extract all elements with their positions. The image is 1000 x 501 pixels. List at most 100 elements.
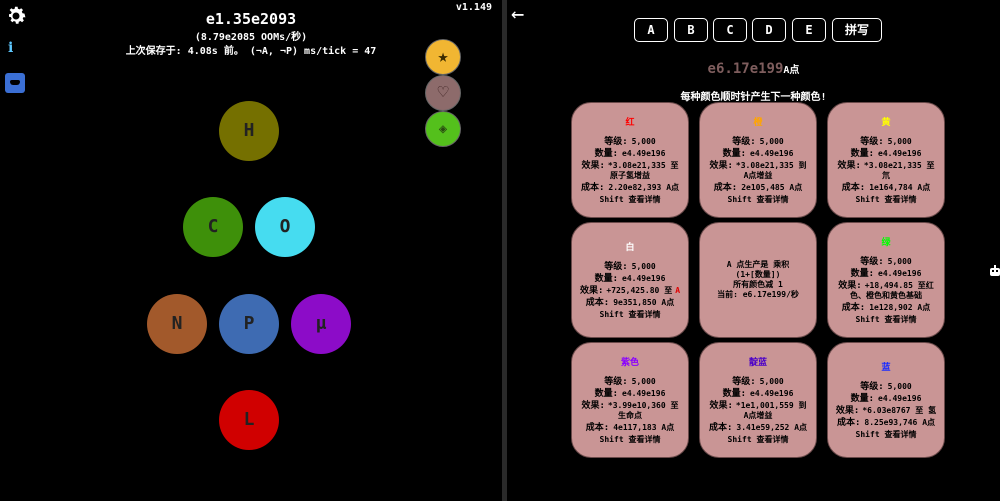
shift-hint: Shift 查看详情	[599, 194, 661, 204]
shift-hint: Shift 查看详情	[855, 194, 917, 204]
quantity-label: 数量:	[722, 148, 747, 159]
level-label: 等级:	[732, 376, 756, 387]
quantity-value: e4.49e196	[750, 388, 794, 398]
cost-row: 成本: 2e105,485 A点	[706, 183, 810, 193]
color-card[interactable]: 紫色 等级: 5,000 数量: e4.49e196 效果: *3.99e10,360 至 …	[571, 342, 689, 458]
level-value: 5,000	[887, 381, 912, 391]
cost-value: 1e128,902 A点	[869, 302, 931, 312]
info-line: A 点生产是 乘积	[726, 260, 790, 269]
level-label: 等级:	[860, 136, 884, 147]
quantity-label: 数量:	[850, 148, 875, 159]
eye-button[interactable]: ◈	[425, 111, 461, 147]
tab-b[interactable]: B	[674, 18, 708, 42]
effect-row: 效果: *3.08e21,335 到 A点增益	[706, 161, 810, 181]
tab-a[interactable]: A	[634, 18, 668, 42]
a-points-value: e6.17e199	[707, 61, 784, 77]
quantity-label: 数量:	[722, 388, 747, 399]
effect-value: *3.08e21,335 到 A点增益	[735, 160, 807, 180]
level-value: 5,000	[887, 256, 912, 266]
color-card[interactable]: 红等级: 5,000 数量: e4.49e196 效果: *3.08e21,335 至 原…	[571, 102, 689, 218]
effect-unit: A	[675, 285, 681, 295]
discord-icon[interactable]	[5, 73, 25, 93]
quantity-value: e4.49e196	[622, 388, 666, 398]
effect-row: 效果: +18,494.85 至红色、橙色和黄色基础	[834, 281, 938, 301]
effect-label: 效果:	[835, 405, 860, 416]
color-card[interactable]: 靛蓝 等级: 5,000 数量: e4.49e196 效果: *1e1,001,559 到 …	[699, 342, 817, 458]
cost-row: 成本: 1e164,784 A点	[834, 183, 938, 193]
color-card[interactable]: 橙等级: 5,000 数量: e4.49e196 效果: *3.08e21,335 到 A…	[699, 102, 817, 218]
node-h[interactable]: H	[219, 101, 279, 161]
main-currency-value: e1.35e2093	[205, 10, 297, 28]
tab-spelling[interactable]: 拼写	[832, 18, 882, 42]
effect-value: *6.03e8767 至 氢	[862, 405, 937, 415]
cost-row: 成本: 8.25e93,746 A点	[834, 418, 938, 428]
shift-hint: Shift 查看详情	[727, 434, 789, 444]
quantity-value: e4.49e196	[878, 393, 922, 403]
shift-hint: Shift 查看详情	[599, 434, 661, 444]
quantity-label: 数量:	[594, 148, 619, 159]
robot-icon[interactable]	[988, 264, 1000, 278]
level-row: 等级: 5,000	[834, 137, 938, 147]
cost-value: 2e105,485 A点	[741, 182, 803, 192]
effect-label: 效果:	[838, 280, 862, 291]
level-row: 等级: 5,000	[834, 382, 938, 392]
a-points-unit: A点	[783, 65, 800, 76]
level-value: 5,000	[759, 136, 784, 146]
level-label: 等级:	[732, 136, 756, 147]
cost-row: 成本: 1e128,902 A点	[834, 303, 938, 313]
node-o[interactable]: O	[255, 197, 315, 257]
cost-value: 8.25e93,746 A点	[864, 417, 936, 427]
shift-hint: Shift 查看详情	[727, 194, 789, 204]
effect-row: 效果: *3.08e21,335 至 原子氢增益	[578, 161, 682, 181]
effect-label: 效果:	[709, 400, 733, 411]
tab-e[interactable]: E	[792, 18, 826, 42]
effect-row: 效果: *6.03e8767 至 氢	[834, 406, 938, 416]
back-arrow-icon[interactable]: ←	[511, 2, 524, 27]
effect-row: 效果: *1e1,001,559 到 A点增益	[706, 401, 810, 421]
node-n[interactable]: N	[147, 294, 207, 354]
cost-row: 成本: 9e351,850 A点	[578, 298, 682, 308]
level-value: 5,000	[631, 261, 656, 271]
info-line: (1+[数量])	[735, 270, 781, 279]
cost-value: 2.20e82,393 A点	[608, 182, 680, 192]
level-label: 等级:	[860, 381, 884, 392]
cost-row: 成本: 3.41e59,252 A点	[706, 423, 810, 433]
level-value: 5,000	[631, 136, 656, 146]
level-label: 等级:	[604, 136, 628, 147]
cost-value: 4e117,183 A点	[613, 422, 675, 432]
node-l[interactable]: L	[219, 390, 279, 450]
cost-label: 成本:	[585, 297, 610, 308]
heart-button[interactable]: ♡	[425, 75, 461, 111]
effect-label: 效果:	[709, 160, 733, 171]
star-button[interactable]: ★	[425, 39, 461, 75]
level-value: 5,000	[759, 376, 784, 386]
cost-label: 成本:	[713, 182, 738, 193]
color-card[interactable]: 黄等级: 5,000 数量: e4.49e196 效果: *3.08e21,335 至 氘…	[827, 102, 945, 218]
quantity-value: e4.49e196	[878, 268, 922, 278]
level-row: 等级: 5,000	[834, 257, 938, 267]
color-card[interactable]: 绿等级: 5,000 数量: e4.49e196 效果: +18,494.85 至红色、橙…	[827, 222, 945, 338]
cost-label: 成本:	[841, 182, 866, 193]
currency-rate: (8.79e2085 OOMs/秒)	[194, 32, 308, 43]
color-card[interactable]: 白等级: 5,000 数量: e4.49e196 效果: +725,425.80 至 A 成本…	[571, 222, 689, 338]
tab-d[interactable]: D	[752, 18, 786, 42]
node-mu[interactable]: μ	[291, 294, 351, 354]
effect-label: 效果:	[579, 285, 604, 296]
color-name: 红	[625, 117, 635, 128]
color-card[interactable]: 蓝等级: 5,000 数量: e4.49e196 效果: *6.03e8767 至 氢成本…	[827, 342, 945, 458]
node-c[interactable]: C	[183, 197, 243, 257]
cost-value: 9e351,850 A点	[613, 297, 675, 307]
cost-value: 3.41e59,252 A点	[736, 422, 808, 432]
color-name: 蓝	[881, 362, 891, 373]
level-row: 等级: 5,000	[706, 137, 810, 147]
level-value: 5,000	[631, 376, 656, 386]
tab-c[interactable]: C	[713, 18, 747, 42]
node-p[interactable]: P	[219, 294, 279, 354]
effect-value: *3.08e21,335 至 氘	[863, 160, 935, 180]
tree-panel: i e1.35e2093 (8.79e2085 OOMs/秒) 上次保存于: 4…	[0, 0, 502, 501]
level-label: 等级:	[860, 256, 884, 267]
shift-hint: Shift 查看详情	[855, 314, 917, 324]
color-hint: 每种颜色顺时针产生下一种颜色!	[680, 92, 827, 103]
production-info-card[interactable]: A 点生产是 乘积 (1+[数量]) 所有颜色减 1 当前: e6.17e199/秒	[699, 222, 817, 338]
quantity-row: 数量: e4.49e196	[834, 269, 938, 279]
